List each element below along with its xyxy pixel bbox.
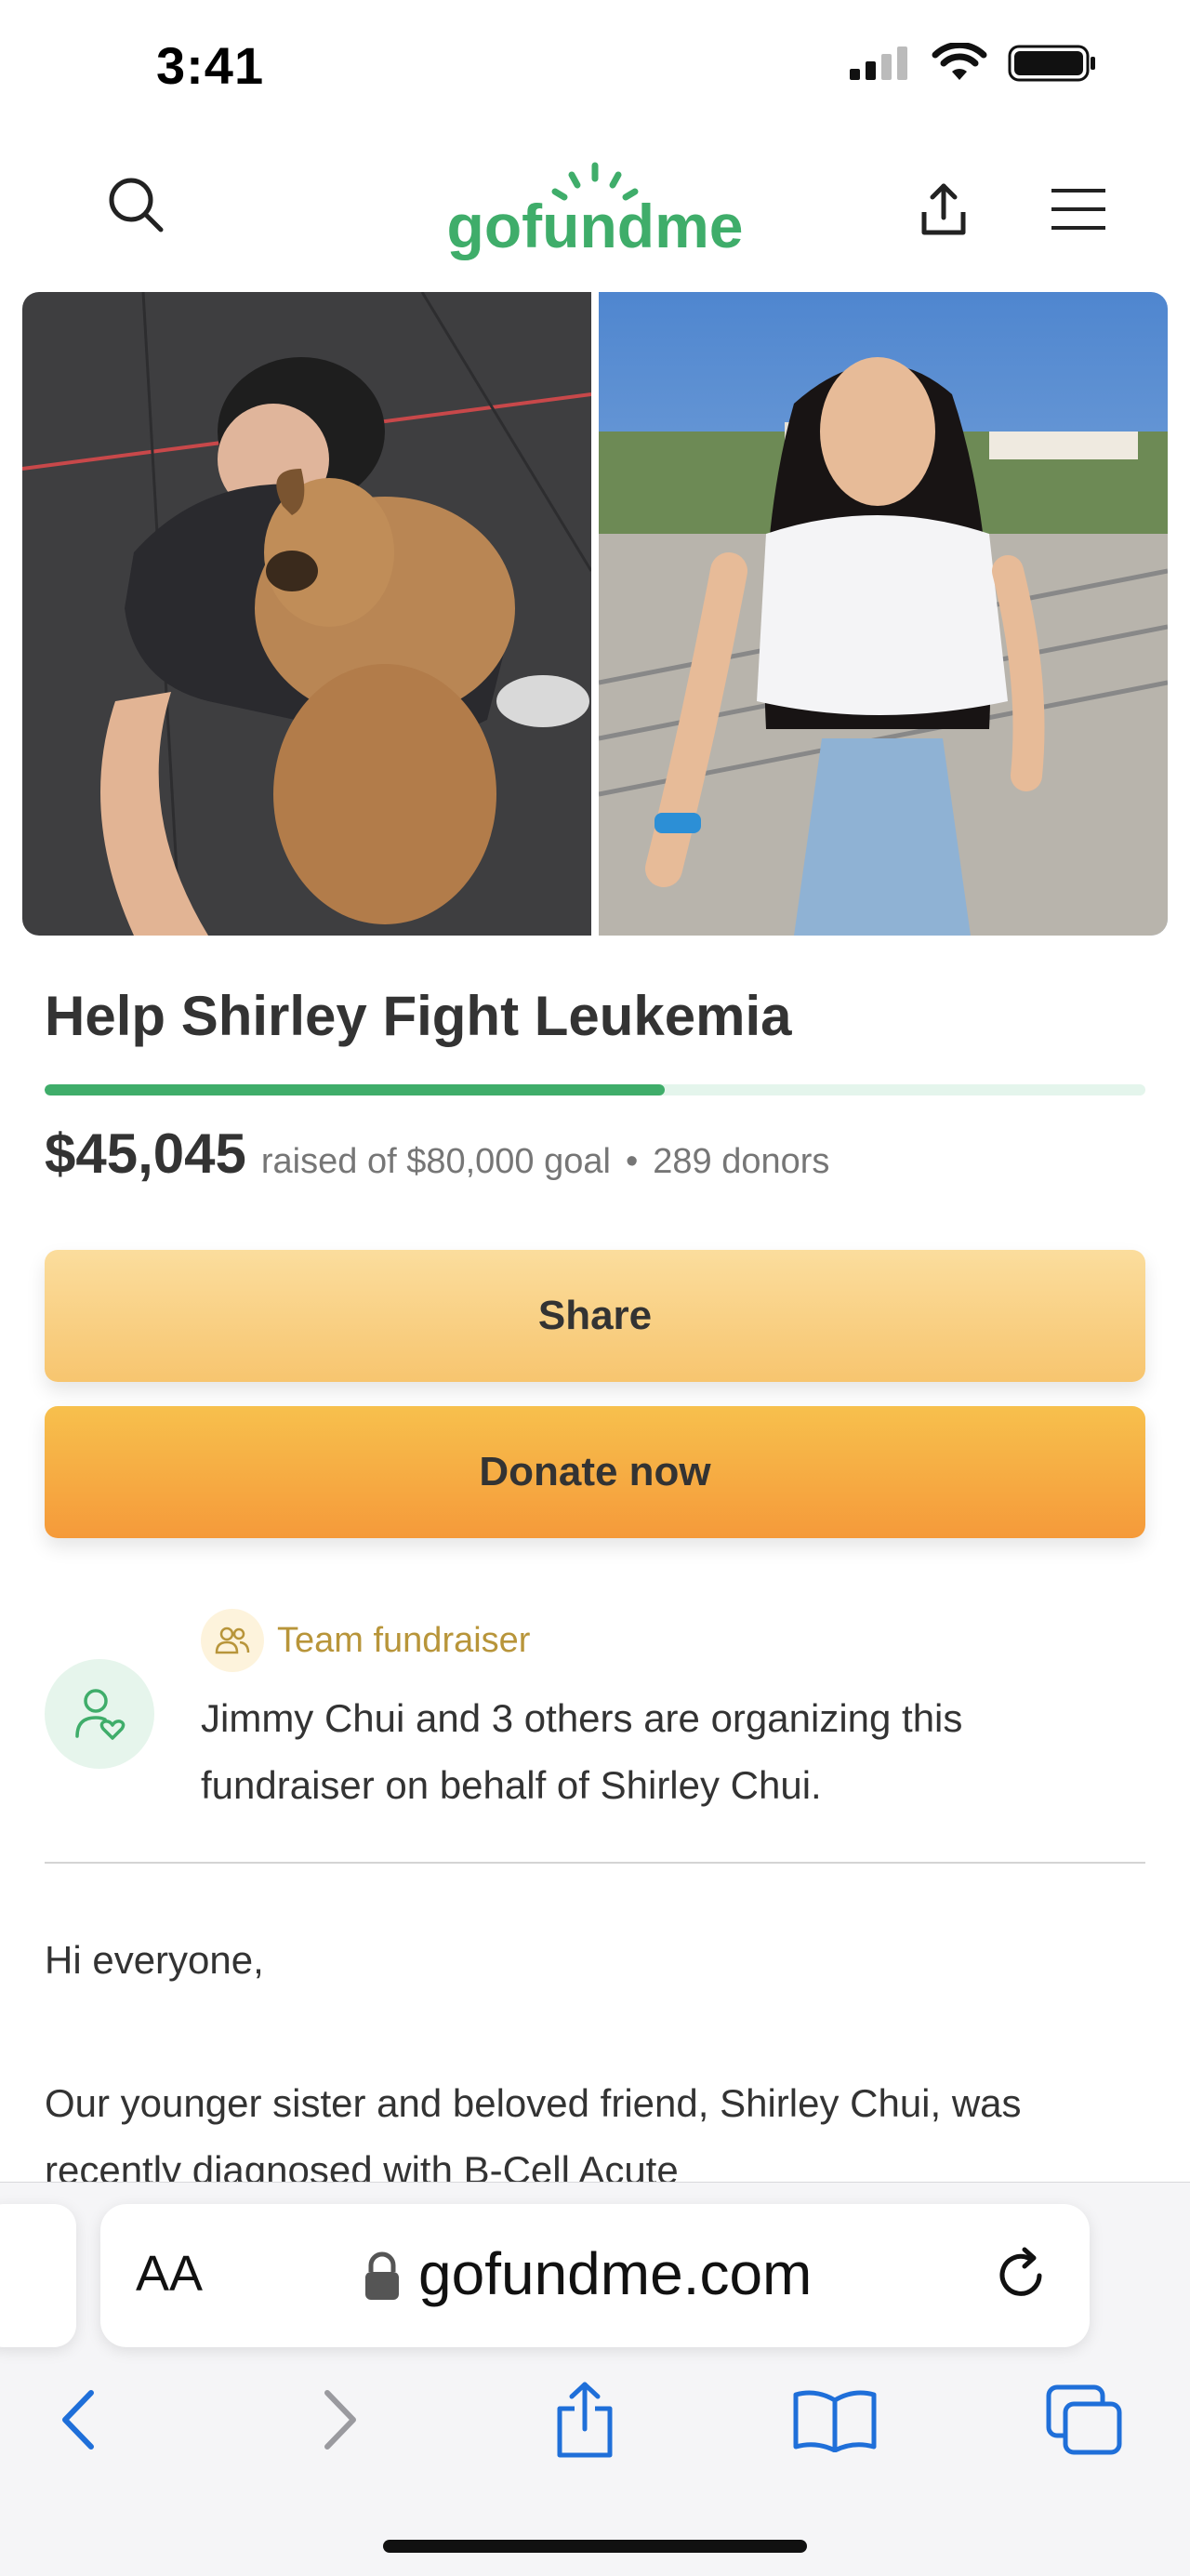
back-icon	[62, 2390, 94, 2450]
tabs-icon	[1046, 2384, 1122, 2455]
gofundme-logo[interactable]: gofundme	[442, 156, 748, 268]
bookmarks-icon	[793, 2390, 877, 2452]
photo-shirley-smiling	[599, 292, 1168, 936]
donor-count[interactable]: 289 donors	[653, 1142, 829, 1182]
section-divider	[45, 1862, 1145, 1864]
menu-button[interactable]	[1046, 177, 1111, 242]
url-text[interactable]: gofundme.com	[418, 2239, 812, 2308]
donation-progress-fill	[45, 1084, 665, 1095]
team-icon	[201, 1609, 264, 1672]
status-icons	[848, 43, 1097, 84]
lock-icon	[363, 2251, 402, 2306]
text-size-button[interactable]: AA	[136, 2245, 203, 2303]
svg-text:gofundme: gofundme	[447, 192, 744, 260]
status-time: 3:41	[156, 36, 265, 95]
share-button[interactable]: Share	[45, 1250, 1145, 1382]
organizer-avatar	[45, 1659, 154, 1769]
heart-person-icon	[75, 1689, 126, 1740]
donation-progress-bar	[45, 1084, 1145, 1095]
search-button[interactable]	[99, 167, 173, 242]
raised-goal-text: raised of $80,000 goal	[260, 1142, 611, 1181]
donate-now-button[interactable]: Donate now	[45, 1406, 1145, 1538]
back-button[interactable]	[28, 2373, 130, 2466]
previous-tab-peek[interactable]	[0, 2204, 76, 2347]
organizer-description: Jimmy Chui and 3 others are organizing t…	[201, 1696, 963, 1807]
share-top-button[interactable]	[906, 172, 981, 246]
text-size-label: AA	[136, 2246, 204, 2302]
bookmarks-button[interactable]	[784, 2373, 886, 2466]
reload-icon	[999, 2247, 1042, 2296]
tabs-button[interactable]	[1034, 2373, 1136, 2466]
hero-gallery[interactable]	[22, 292, 1168, 936]
story-greeting: Hi everyone,	[45, 1938, 264, 1982]
search-icon	[109, 178, 164, 232]
menu-icon	[1051, 189, 1105, 230]
forward-button[interactable]	[288, 2373, 390, 2466]
team-fundraiser-badge: Team fundraiser	[201, 1609, 530, 1672]
raised-amount: $45,045	[45, 1122, 246, 1185]
home-indicator	[383, 2540, 807, 2553]
photo-hugging-dog	[22, 292, 591, 936]
wifi-icon	[932, 43, 987, 80]
forward-icon	[324, 2390, 356, 2450]
separator-dot: •	[625, 1142, 639, 1181]
battery-icon	[1008, 45, 1095, 82]
campaign-title: Help Shirley Fight Leukemia	[45, 985, 792, 1047]
raised-summary: $45,045 raised of $80,000 goal • 289 don…	[45, 1122, 829, 1186]
safari-share-button[interactable]	[534, 2373, 636, 2466]
reload-button[interactable]	[993, 2246, 1052, 2310]
share-icon	[921, 183, 966, 235]
team-fundraiser-label: Team fundraiser	[277, 1620, 531, 1660]
share-icon	[557, 2382, 613, 2458]
cellular-signal-icon	[850, 46, 907, 80]
